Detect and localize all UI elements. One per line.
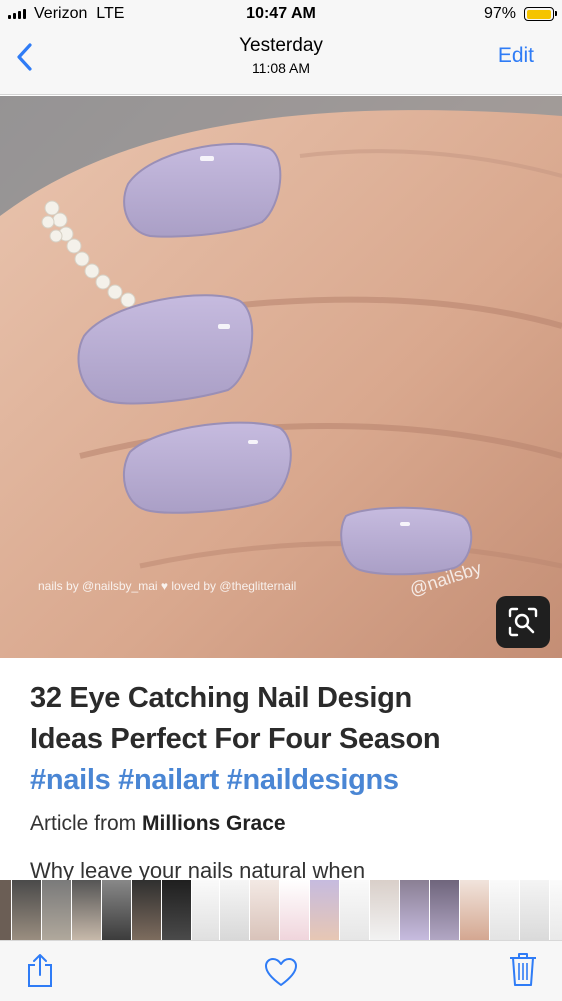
visual-search-button[interactable] bbox=[496, 596, 550, 648]
thumbnail[interactable] bbox=[0, 880, 12, 940]
photo-watermark-left: nails by @nailsby_mai ♥ loved by @thegli… bbox=[38, 579, 296, 593]
share-icon bbox=[28, 954, 52, 987]
source-prefix: Article from bbox=[30, 812, 137, 835]
thumbnail[interactable] bbox=[550, 880, 562, 940]
thumbnail[interactable] bbox=[220, 880, 250, 940]
thumbnail[interactable] bbox=[12, 880, 42, 940]
thumbnail[interactable] bbox=[490, 880, 520, 940]
bottom-toolbar bbox=[0, 940, 562, 1001]
source-name[interactable]: Millions Grace bbox=[142, 812, 286, 835]
favorite-button[interactable] bbox=[264, 957, 298, 992]
thumbnail[interactable] bbox=[102, 880, 132, 940]
delete-button[interactable] bbox=[508, 951, 538, 992]
thumbnail[interactable] bbox=[520, 880, 550, 940]
thumbnail[interactable] bbox=[132, 880, 162, 940]
pin-hashtags[interactable]: #nails #nailart #naildesigns bbox=[30, 760, 540, 801]
photo-thumbnail-strip[interactable] bbox=[0, 880, 562, 940]
thumbnail[interactable] bbox=[72, 880, 102, 940]
edit-button[interactable]: Edit bbox=[498, 44, 534, 68]
photo-image[interactable]: nails by @nailsby_mai ♥ loved by @thegli… bbox=[0, 96, 562, 658]
pin-title: 32 Eye Catching Nail Design Ideas Perfec… bbox=[30, 678, 540, 801]
pin-title-line-1: 32 Eye Catching Nail Design bbox=[30, 682, 412, 714]
page-title: Yesterday bbox=[239, 35, 323, 56]
thumbnail[interactable] bbox=[430, 880, 460, 940]
thumbnail[interactable] bbox=[192, 880, 220, 940]
thumbnail[interactable] bbox=[370, 880, 400, 940]
status-bar: Verizon LTE 10:47 AM 97% bbox=[0, 0, 562, 30]
thumbnail[interactable] bbox=[460, 880, 490, 940]
status-time: 10:47 AM bbox=[246, 5, 316, 22]
trash-icon bbox=[510, 953, 536, 986]
battery-icon bbox=[524, 7, 557, 21]
thumbnail[interactable] bbox=[310, 880, 340, 940]
thumbnail[interactable] bbox=[250, 880, 280, 940]
heart-icon bbox=[265, 958, 297, 986]
thumbnail[interactable] bbox=[340, 880, 370, 940]
share-button[interactable] bbox=[24, 953, 56, 994]
page-subtitle: 11:08 AM bbox=[251, 60, 311, 76]
battery-percent: 97% bbox=[483, 5, 516, 22]
thumbnail[interactable] bbox=[162, 880, 192, 940]
pin-details: 32 Eye Catching Nail Design Ideas Perfec… bbox=[0, 658, 562, 883]
thumbnail[interactable] bbox=[280, 880, 310, 940]
thumbnail[interactable] bbox=[400, 880, 430, 940]
visual-search-icon bbox=[508, 607, 538, 637]
pin-source: Article from Millions Grace bbox=[30, 812, 286, 836]
thumbnail[interactable] bbox=[42, 880, 72, 940]
nail-photo-illustration: nails by @nailsby_mai ♥ loved by @thegli… bbox=[0, 96, 562, 658]
navigation-bar: Yesterday 11:08 AM Edit bbox=[0, 30, 562, 95]
pin-title-line-2: Ideas Perfect For Four Season bbox=[30, 723, 441, 755]
